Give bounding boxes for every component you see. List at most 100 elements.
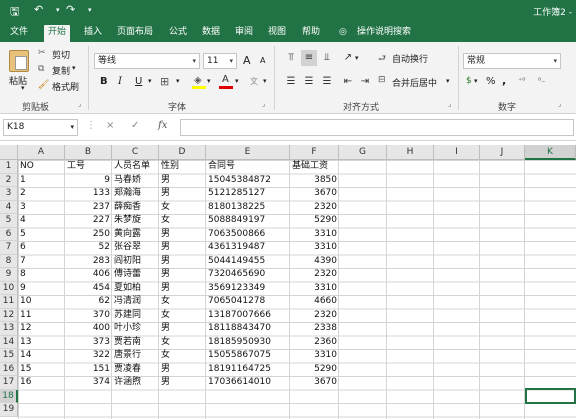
percent-button[interactable]: %	[486, 76, 496, 87]
tab-help[interactable]: 帮助	[298, 25, 324, 42]
column-header-c[interactable]: C	[112, 145, 159, 160]
cell-a11[interactable]: 10	[18, 295, 65, 309]
align-top-icon[interactable]: ⫪	[283, 50, 299, 66]
number-launcher-icon[interactable]: ⌟	[558, 100, 561, 108]
cell-f15[interactable]: 3310	[290, 349, 339, 363]
cell-b11[interactable]: 62	[65, 295, 112, 309]
underline-dropdown-icon[interactable]: ▾	[148, 77, 152, 85]
italic-button[interactable]: I	[118, 76, 122, 87]
row-header-10[interactable]: 10	[0, 281, 18, 295]
cell-f7[interactable]: 3310	[290, 241, 339, 255]
cell-e5[interactable]: 5088849197	[206, 214, 290, 228]
cell-a15[interactable]: 14	[18, 349, 65, 363]
cell-b17[interactable]: 374	[65, 376, 112, 390]
align-middle-icon[interactable]: ≡	[301, 50, 317, 66]
column-header-e[interactable]: E	[206, 145, 290, 160]
paste-dropdown-icon[interactable]: ▾	[21, 84, 25, 92]
cell-d4[interactable]: 女	[159, 201, 206, 215]
cell-b9[interactable]: 406	[65, 268, 112, 282]
cut-button[interactable]: 剪切	[52, 48, 70, 61]
cell-f14[interactable]: 2360	[290, 336, 339, 350]
cell-b16[interactable]: 151	[65, 363, 112, 377]
shrink-font-button[interactable]: A	[260, 56, 265, 65]
decrease-decimal-icon[interactable]: ⁰₋	[538, 76, 545, 85]
active-cell-selection[interactable]	[525, 388, 576, 404]
name-box[interactable]: K18 ▾	[3, 119, 78, 136]
cancel-icon[interactable]: ×	[106, 120, 114, 131]
cell-e6[interactable]: 7063500866	[206, 228, 290, 242]
cell-c4[interactable]: 薛痴香	[112, 201, 159, 215]
cell-f2[interactable]: 3850	[290, 174, 339, 188]
cell-c7[interactable]: 张谷翠	[112, 241, 159, 255]
cell-c1[interactable]: 人员名单	[112, 160, 159, 174]
row-header-5[interactable]: 5	[0, 214, 18, 228]
cell-c14[interactable]: 贾若南	[112, 336, 159, 350]
cell-d10[interactable]: 男	[159, 282, 206, 296]
cell-a10[interactable]: 9	[18, 282, 65, 296]
cell-d6[interactable]: 男	[159, 228, 206, 242]
tab-view[interactable]: 视图	[264, 25, 290, 42]
cell-d12[interactable]: 女	[159, 309, 206, 323]
cell-e16[interactable]: 18191164725	[206, 363, 290, 377]
column-header-b[interactable]: B	[65, 145, 112, 160]
cell-c3[interactable]: 郑瀚海	[112, 187, 159, 201]
row-header-2[interactable]: 2	[0, 173, 18, 187]
tell-me-search[interactable]: 操作说明搜索	[353, 25, 415, 42]
column-header-f[interactable]: F	[290, 145, 339, 160]
clipboard-launcher-icon[interactable]: ⌟	[78, 100, 81, 108]
cell-b10[interactable]: 454	[65, 282, 112, 296]
tab-insert[interactable]: 插入	[80, 25, 106, 42]
cell-d9[interactable]: 男	[159, 268, 206, 282]
borders-icon[interactable]: ⊞	[160, 75, 169, 88]
phonetic-icon[interactable]: 文	[250, 76, 258, 87]
column-header-a[interactable]: A	[18, 145, 65, 160]
cell-c5[interactable]: 朱梦旋	[112, 214, 159, 228]
cell-a5[interactable]: 4	[18, 214, 65, 228]
cell-b1[interactable]: 工号	[65, 160, 112, 174]
cell-a13[interactable]: 12	[18, 322, 65, 336]
bold-button[interactable]: B	[100, 76, 108, 87]
cell-b5[interactable]: 227	[65, 214, 112, 228]
cell-e2[interactable]: 15045384872	[206, 174, 290, 188]
borders-dropdown-icon[interactable]: ▾	[176, 77, 180, 85]
column-header-k[interactable]: K	[525, 145, 576, 160]
row-header-14[interactable]: 14	[0, 335, 18, 349]
cell-f3[interactable]: 3670	[290, 187, 339, 201]
undo-icon[interactable]: ↶	[34, 3, 43, 16]
redo-icon[interactable]: ↷	[66, 3, 75, 16]
cell-e10[interactable]: 3569123349	[206, 282, 290, 296]
cell-e7[interactable]: 4361319487	[206, 241, 290, 255]
column-header-j[interactable]: J	[480, 145, 525, 160]
cell-a12[interactable]: 11	[18, 309, 65, 323]
cell-e12[interactable]: 13187007666	[206, 309, 290, 323]
wrap-text-button[interactable]: 自动换行	[392, 52, 428, 65]
cell-f16[interactable]: 5290	[290, 363, 339, 377]
fill-color-icon[interactable]: ◈	[192, 75, 206, 89]
tab-review[interactable]: 审阅	[231, 25, 257, 42]
row-header-11[interactable]: 11	[0, 295, 18, 309]
cell-a14[interactable]: 13	[18, 336, 65, 350]
enter-icon[interactable]: ✓	[131, 120, 139, 131]
copy-dropdown-icon[interactable]: ▾	[72, 64, 76, 72]
worksheet-grid[interactable]: ABCDEFGHIJK 1 2 3 4 5 6 7 8 9 10 11 12 13 14 15 16 17 18 1…	[0, 145, 576, 419]
cell-e17[interactable]: 17036614010	[206, 376, 290, 390]
row-header-18[interactable]: 18	[0, 389, 18, 403]
cell-a8[interactable]: 7	[18, 255, 65, 269]
cell-f8[interactable]: 4390	[290, 255, 339, 269]
orientation-icon[interactable]: ↗	[340, 50, 356, 66]
row-header-3[interactable]: 3	[0, 187, 18, 201]
increase-decimal-icon[interactable]: ⁺⁰	[518, 76, 525, 85]
insert-function-button[interactable]: fx	[158, 120, 167, 131]
copy-button[interactable]: 复制	[52, 64, 70, 77]
cell-d15[interactable]: 女	[159, 349, 206, 363]
paste-icon[interactable]	[9, 50, 29, 72]
cell-f5[interactable]: 5290	[290, 214, 339, 228]
row-header-16[interactable]: 16	[0, 362, 18, 376]
font-launcher-icon[interactable]: ⌟	[262, 100, 265, 108]
cell-e15[interactable]: 15055867075	[206, 349, 290, 363]
cell-a17[interactable]: 16	[18, 376, 65, 390]
phonetic-dropdown-icon[interactable]: ▾	[263, 77, 267, 85]
cell-d16[interactable]: 男	[159, 363, 206, 377]
tab-file[interactable]: 文件	[6, 25, 32, 42]
row-header-1[interactable]: 1	[0, 160, 18, 174]
